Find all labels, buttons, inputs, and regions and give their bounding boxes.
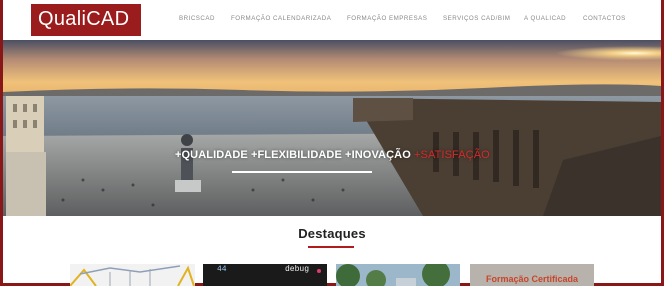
highlight-card-certification[interactable]: Formação Certificada	[470, 264, 594, 286]
certification-label: Formação Certificada	[485, 274, 579, 284]
qualicad-logo[interactable]: QualiCAD	[31, 4, 141, 36]
construction-image	[70, 265, 195, 286]
nav-item-servicos-cad-bim[interactable]: SERVIÇOS CAD/BIM	[443, 15, 510, 22]
nav-item-bricscad[interactable]: BRICSCAD	[179, 15, 215, 22]
hero-banner: +QUALIDADE +FLEXIBILIDADE +INOVAÇÃO +SAT…	[3, 40, 661, 216]
highlight-card-construction[interactable]	[70, 264, 195, 286]
highlight-card-code[interactable]: 44 debug	[203, 264, 327, 286]
site-header: QualiCAD BRICSCAD FORMAÇÃO CALENDARIZADA…	[3, 0, 661, 40]
tagline-accent: +SATISFAÇÃO	[414, 149, 490, 161]
nav-item-a-qualicad[interactable]: A QUALICAD	[524, 15, 566, 22]
highlights-title-rule	[308, 246, 354, 248]
nav-item-formacao-calendarizada[interactable]: FORMAÇÃO CALENDARIZADA	[231, 15, 331, 22]
tagline-main: +QUALIDADE +FLEXIBILIDADE +INOVAÇÃO	[175, 149, 411, 161]
hero-panorama-image	[3, 40, 661, 216]
trees-image	[336, 264, 450, 286]
highlights-title: Destaques	[298, 226, 366, 241]
code-keyword: debug	[285, 265, 310, 274]
nav-item-formacao-empresas[interactable]: FORMAÇÃO EMPRESAS	[347, 15, 427, 22]
highlight-card-trees[interactable]	[336, 264, 460, 286]
code-line-number: 44	[217, 265, 227, 274]
code-marker	[317, 269, 321, 273]
tagline-underline	[232, 171, 372, 173]
hero-tagline: +QUALIDADE +FLEXIBILIDADE +INOVAÇÃO +SAT…	[175, 149, 490, 161]
nav-item-contactos[interactable]: CONTACTOS	[583, 15, 626, 22]
